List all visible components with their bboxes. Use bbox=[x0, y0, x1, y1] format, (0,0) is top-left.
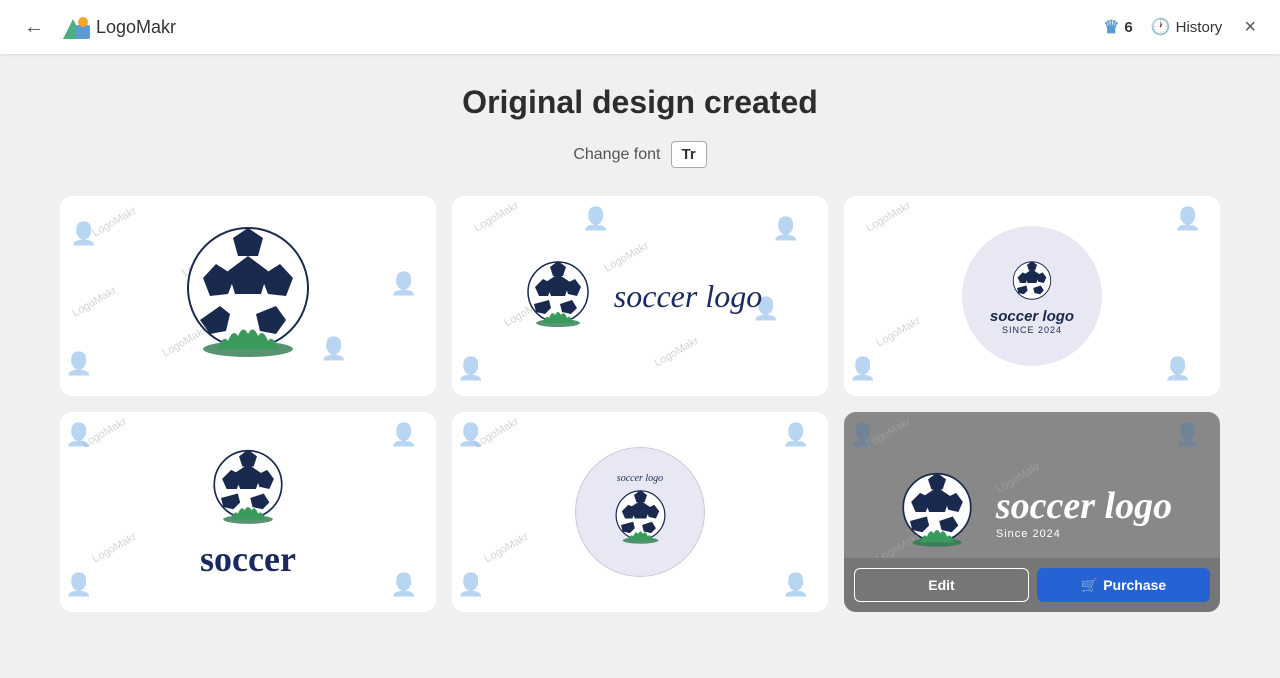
watermark-person-icon: 👤 bbox=[390, 572, 417, 598]
card-5-logo-content: soccer logo bbox=[575, 447, 705, 577]
soccer-ball-medium-svg bbox=[518, 256, 598, 336]
logo-area: LogoMakr bbox=[58, 13, 176, 41]
watermark-person-icon: 👤 bbox=[1174, 206, 1201, 232]
watermark-person-icon: 👤 bbox=[1164, 356, 1191, 382]
soccer-ball-card6-svg bbox=[892, 467, 982, 557]
watermark-person-icon: 👤 bbox=[849, 422, 876, 448]
watermark-text: LogoMakr bbox=[90, 531, 138, 566]
watermark-text: LogoMakr bbox=[874, 315, 922, 350]
watermark-person-icon: 👤 bbox=[1174, 422, 1201, 448]
history-button[interactable]: 🕐 History bbox=[1151, 17, 1223, 37]
watermark-person-icon: 👤 bbox=[849, 356, 876, 382]
font-change-button[interactable]: Tr bbox=[671, 141, 707, 168]
purchase-icon: 🛒 bbox=[1081, 577, 1098, 594]
credits-count: 6 bbox=[1124, 19, 1132, 36]
watermark-person-icon: 👤 bbox=[65, 351, 92, 377]
soccer-ball-large-svg bbox=[168, 216, 328, 376]
card-2-brand-text: soccer logo bbox=[614, 278, 762, 315]
card-3-circle-frame: soccer logo Since 2024 bbox=[962, 226, 1102, 366]
watermark-person-icon: 👤 bbox=[70, 221, 97, 247]
watermark-text: LogoMakr bbox=[70, 285, 118, 320]
watermark-person-icon: 👤 bbox=[390, 271, 417, 297]
soccer-ball-card4-svg bbox=[203, 444, 293, 534]
soccer-ball-card5-svg bbox=[608, 486, 673, 551]
card-5-circle-frame: soccer logo bbox=[575, 447, 705, 577]
header-left: ← LogoMakr bbox=[20, 12, 176, 43]
close-button[interactable]: × bbox=[1240, 12, 1260, 43]
card-6-since-text: Since 2024 bbox=[996, 528, 1172, 540]
watermark-text: LogoMakr bbox=[864, 416, 912, 451]
watermark-text: LogoMakr bbox=[482, 531, 530, 566]
card-3-brand-text: soccer logo bbox=[990, 308, 1074, 325]
card-3-logo-content: soccer logo Since 2024 bbox=[962, 226, 1102, 366]
purchase-label: Purchase bbox=[1103, 577, 1166, 593]
watermark-text: LogoMakr bbox=[652, 335, 700, 370]
logomaker-icon-svg bbox=[58, 13, 94, 41]
header-right: ♛ 6 🕐 History × bbox=[1103, 12, 1260, 43]
back-button[interactable]: ← bbox=[20, 12, 48, 43]
logo-card-2[interactable]: LogoMakr LogoMakr LogoMakr LogoMakr 👤 👤 … bbox=[452, 196, 828, 396]
card-6-logo-content: soccer logo Since 2024 bbox=[872, 467, 1192, 557]
main-content: Original design created Change font Tr L… bbox=[0, 54, 1280, 624]
header: ← LogoMakr ♛ 6 🕐 History × bbox=[0, 0, 1280, 54]
card-2-logo-content: soccer logo bbox=[518, 256, 762, 336]
logo-icon: LogoMakr bbox=[58, 13, 176, 41]
page-title: Original design created bbox=[60, 84, 1220, 121]
purchase-button[interactable]: 🛒 Purchase bbox=[1037, 568, 1210, 602]
watermark-person-icon: 👤 bbox=[457, 356, 484, 382]
watermark-person-icon: 👤 bbox=[782, 422, 809, 448]
logo-card-4[interactable]: LogoMakr LogoMakr LogoMakr 👤 👤 👤 👤 bbox=[60, 412, 436, 612]
watermark-text: LogoMakr bbox=[472, 416, 520, 451]
card-4-logo-content: soccer bbox=[200, 444, 296, 580]
edit-button[interactable]: Edit bbox=[854, 568, 1029, 602]
font-change-area: Change font Tr bbox=[60, 141, 1220, 168]
watermark-person-icon: 👤 bbox=[65, 572, 92, 598]
card-1-logo-content bbox=[168, 216, 328, 376]
watermark-person-icon: 👤 bbox=[457, 572, 484, 598]
font-change-label: Change font bbox=[573, 146, 660, 164]
watermark-text: LogoMakr bbox=[90, 205, 138, 240]
watermark-person-icon: 👤 bbox=[772, 216, 799, 242]
history-label: History bbox=[1176, 19, 1223, 36]
watermark-text: LogoMakr bbox=[80, 416, 128, 451]
logo-card-6[interactable]: LogoMakr LogoMakr LogoMakr 👤 👤 bbox=[844, 412, 1220, 612]
watermark-person-icon: 👤 bbox=[457, 422, 484, 448]
soccer-ball-circle-svg bbox=[1007, 258, 1057, 308]
logo-card-5[interactable]: LogoMakr LogoMakr LogoMakr 👤 👤 👤 👤 socce… bbox=[452, 412, 828, 612]
card-4-brand-text: soccer bbox=[200, 538, 296, 580]
logo-card-1[interactable]: LogoMakr LogoMakr LogoMakr LogoMakr 👤 👤 … bbox=[60, 196, 436, 396]
watermark-person-icon: 👤 bbox=[782, 572, 809, 598]
card-5-top-text: soccer logo bbox=[617, 473, 663, 484]
card-6-brand-text: soccer logo bbox=[996, 484, 1172, 528]
watermark-person-icon: 👤 bbox=[65, 422, 92, 448]
watermark-text: LogoMakr bbox=[864, 200, 912, 235]
logo-grid: LogoMakr LogoMakr LogoMakr LogoMakr 👤 👤 … bbox=[60, 196, 1220, 612]
history-clock-icon: 🕐 bbox=[1151, 17, 1171, 37]
watermark-text: LogoMakr bbox=[472, 200, 520, 235]
logo-card-3[interactable]: LogoMakr LogoMakr LogoMakr 👤 👤 👤 bbox=[844, 196, 1220, 396]
logo-text: LogoMakr bbox=[96, 17, 176, 38]
card-3-since-text: Since 2024 bbox=[1002, 325, 1062, 335]
watermark-person-icon: 👤 bbox=[582, 206, 609, 232]
crown-icon: ♛ bbox=[1103, 17, 1119, 38]
watermark-person-icon: 👤 bbox=[390, 422, 417, 448]
credits-badge: ♛ 6 bbox=[1103, 17, 1132, 38]
card-6-actions: Edit 🛒 Purchase bbox=[844, 558, 1220, 612]
card-6-text-area: soccer logo Since 2024 bbox=[996, 484, 1172, 540]
